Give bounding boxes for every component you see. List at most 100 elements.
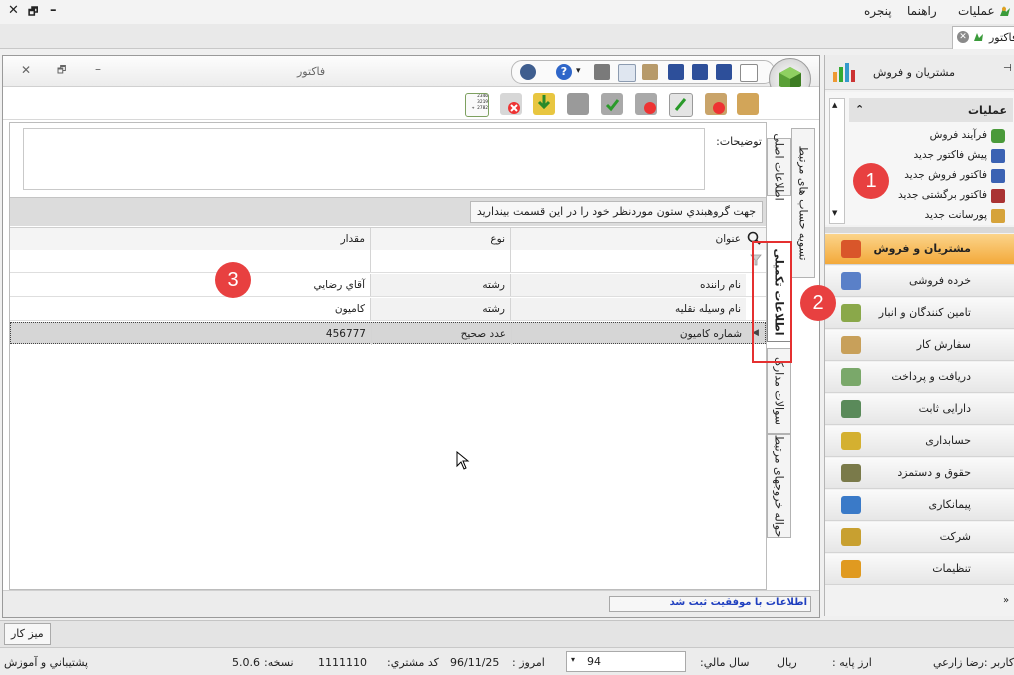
tab-related-outputs-label: حواله خروجهای مرتبط xyxy=(772,434,786,538)
print-icon[interactable] xyxy=(594,64,610,80)
tab-invoice[interactable]: ✕ فاکتور xyxy=(952,26,1014,49)
nav-item[interactable]: تنظیمات xyxy=(825,554,1014,585)
minimize-window-icon[interactable]: – xyxy=(50,3,57,18)
menu-window[interactable]: پنجره xyxy=(864,4,892,18)
proforma-icon xyxy=(991,149,1005,163)
table-row[interactable]: نام وسیله نقلیه رشته کامیون xyxy=(10,298,766,321)
nav-item[interactable]: تامین کنندگان و انبار xyxy=(825,298,1014,329)
right-navigation-panel: مشتریان و فروش ⊣ ▲ ▼ ⌃ عملیات فرآیند فرو… xyxy=(824,55,1014,616)
archive-box-icon[interactable] xyxy=(737,93,759,115)
nav-item[interactable]: خرده فروشی xyxy=(825,266,1014,297)
calc-line-3: + 2782 xyxy=(471,106,488,111)
splitter[interactable] xyxy=(825,227,1014,233)
fiscal-year-value: 94 xyxy=(587,655,601,668)
expand-more-icon[interactable]: » xyxy=(1003,595,1009,606)
edit-record-icon[interactable] xyxy=(669,93,693,117)
op-new-proforma[interactable]: پیش فاکتور جدید xyxy=(914,149,987,161)
table-row-selected[interactable]: ◀ شماره کامیون عدد صحیح 456777 xyxy=(10,322,766,345)
menu-help[interactable]: راهنما xyxy=(907,4,937,18)
pin-icon[interactable]: ⊣ xyxy=(1003,63,1012,74)
nav-item[interactable]: دریافت و پرداخت xyxy=(825,362,1014,393)
operations-header[interactable]: ⌃ عملیات xyxy=(849,98,1013,122)
doc-minimize-icon[interactable]: – xyxy=(95,62,101,76)
save-all-icon[interactable] xyxy=(716,64,732,80)
row-title: نام وسیله نقلیه xyxy=(510,298,746,320)
new-document-icon[interactable] xyxy=(740,64,758,82)
operations-scrollbar[interactable]: ▲ ▼ xyxy=(829,98,845,224)
nav-item[interactable]: مشتریان و فروش xyxy=(825,234,1014,265)
nav-item-label: حقوق و دستمزد xyxy=(897,466,971,479)
cancel-box-icon[interactable] xyxy=(705,93,727,115)
nav-item-icon xyxy=(841,496,861,514)
save-icon[interactable] xyxy=(668,64,684,80)
nav-item-label: پیمانکاری xyxy=(928,498,971,511)
nav-item-icon xyxy=(841,336,861,354)
annotation-badge-3: 3 xyxy=(215,262,251,298)
row-value[interactable]: کامیون xyxy=(10,298,370,320)
restore-window-icon[interactable]: 🗗 xyxy=(28,3,38,22)
desktop-button[interactable]: میز کار xyxy=(4,623,51,645)
close-window-icon[interactable]: ✕ xyxy=(8,3,19,18)
filter-row[interactable] xyxy=(10,250,766,273)
description-field[interactable] xyxy=(23,128,705,190)
approve-icon[interactable] xyxy=(601,93,623,115)
dropdown-arrow-icon[interactable]: ▾ xyxy=(576,66,581,76)
op-sales-process[interactable]: فرآیند فروش xyxy=(930,129,987,141)
link-icon[interactable] xyxy=(567,93,589,115)
scroll-up-icon[interactable]: ▲ xyxy=(832,101,837,109)
close-tab-icon[interactable]: ✕ xyxy=(957,31,969,43)
chevron-down-icon[interactable]: ▾ xyxy=(571,655,575,664)
tab-related-settlements[interactable]: تسویه حساب های مرتبط xyxy=(791,128,815,278)
doc-status-bar: اطلاعات با موفقیت ثبت شد xyxy=(3,590,819,617)
status-support[interactable]: پشتيباني و آموزش xyxy=(4,656,88,669)
tab-main-info[interactable]: اطلاعات اصلی xyxy=(767,133,791,201)
calculator-icon[interactable]: 2346 3219 + 2782 xyxy=(465,93,489,117)
group-by-area[interactable]: جهت گروهبندي ستون موردنظر خود را در اين … xyxy=(10,197,766,226)
status-version: 5.0.6 xyxy=(232,656,260,669)
nav-item-icon xyxy=(841,240,861,258)
column-value[interactable]: مقدار xyxy=(10,228,370,250)
edit-icon[interactable] xyxy=(520,64,536,80)
nav-item[interactable]: شرکت xyxy=(825,522,1014,553)
column-type[interactable]: نوع xyxy=(370,228,510,250)
doc-close-icon[interactable]: ✕ xyxy=(21,63,31,77)
nav-item[interactable]: حقوق و دستمزد xyxy=(825,458,1014,489)
nav-item-icon xyxy=(841,304,861,322)
help-icon[interactable]: ? xyxy=(556,64,572,80)
nav-item[interactable]: حسابداری xyxy=(825,426,1014,457)
fiscal-year-select[interactable]: ▾ 94 xyxy=(566,651,686,672)
column-title[interactable]: عنوان xyxy=(510,228,746,250)
nav-item-icon xyxy=(841,560,861,578)
copy-icon[interactable] xyxy=(618,64,636,82)
row-value[interactable]: آقاي رضايي xyxy=(10,274,370,296)
table-row[interactable]: نام راننده رشته آقاي رضايي xyxy=(10,274,766,297)
status-today-label: امروز : xyxy=(512,656,545,669)
save-as-icon[interactable] xyxy=(692,64,708,80)
tools-icon[interactable] xyxy=(642,64,658,80)
reject-icon[interactable] xyxy=(635,93,657,115)
collapse-icon[interactable]: ⌃ xyxy=(855,103,864,116)
nav-item-label: شرکت xyxy=(939,530,971,543)
nav-item-label: دارایی ثابت xyxy=(918,402,971,415)
tab-related-outputs[interactable]: حواله خروجهای مرتبط xyxy=(767,434,791,538)
tab-invoice-label: فاکتور xyxy=(989,31,1014,44)
op-new-sales-invoice[interactable]: فاکتور فروش جدید xyxy=(904,169,987,181)
scroll-down-icon[interactable]: ▼ xyxy=(832,209,837,217)
status-user: نام کاربر :رضا زارعي xyxy=(933,656,1014,669)
nav-item-label: تامین کنندگان و انبار xyxy=(878,306,971,319)
menu-operations[interactable]: عملیات xyxy=(958,4,995,18)
nav-item-label: مشتریان و فروش xyxy=(873,242,971,255)
doc-restore-icon[interactable]: 🗗 xyxy=(57,63,66,80)
row-title: شماره کامیون xyxy=(679,328,742,340)
import-icon[interactable] xyxy=(533,93,555,115)
delete-record-icon[interactable] xyxy=(500,93,522,115)
panel-header: مشتریان و فروش ⊣ xyxy=(825,55,1014,90)
nav-item[interactable]: سفارش کار xyxy=(825,330,1014,361)
nav-item-icon xyxy=(841,464,861,482)
op-new-return-invoice[interactable]: فاکتور برگشتی جدید xyxy=(898,189,987,201)
nav-item[interactable]: دارایی ثابت xyxy=(825,394,1014,425)
nav-item[interactable]: پیمانکاری xyxy=(825,490,1014,521)
nav-item-label: دریافت و پرداخت xyxy=(891,370,971,383)
op-new-commission[interactable]: پورسانت جدید xyxy=(925,209,987,221)
row-value[interactable]: 456777 xyxy=(11,323,371,345)
